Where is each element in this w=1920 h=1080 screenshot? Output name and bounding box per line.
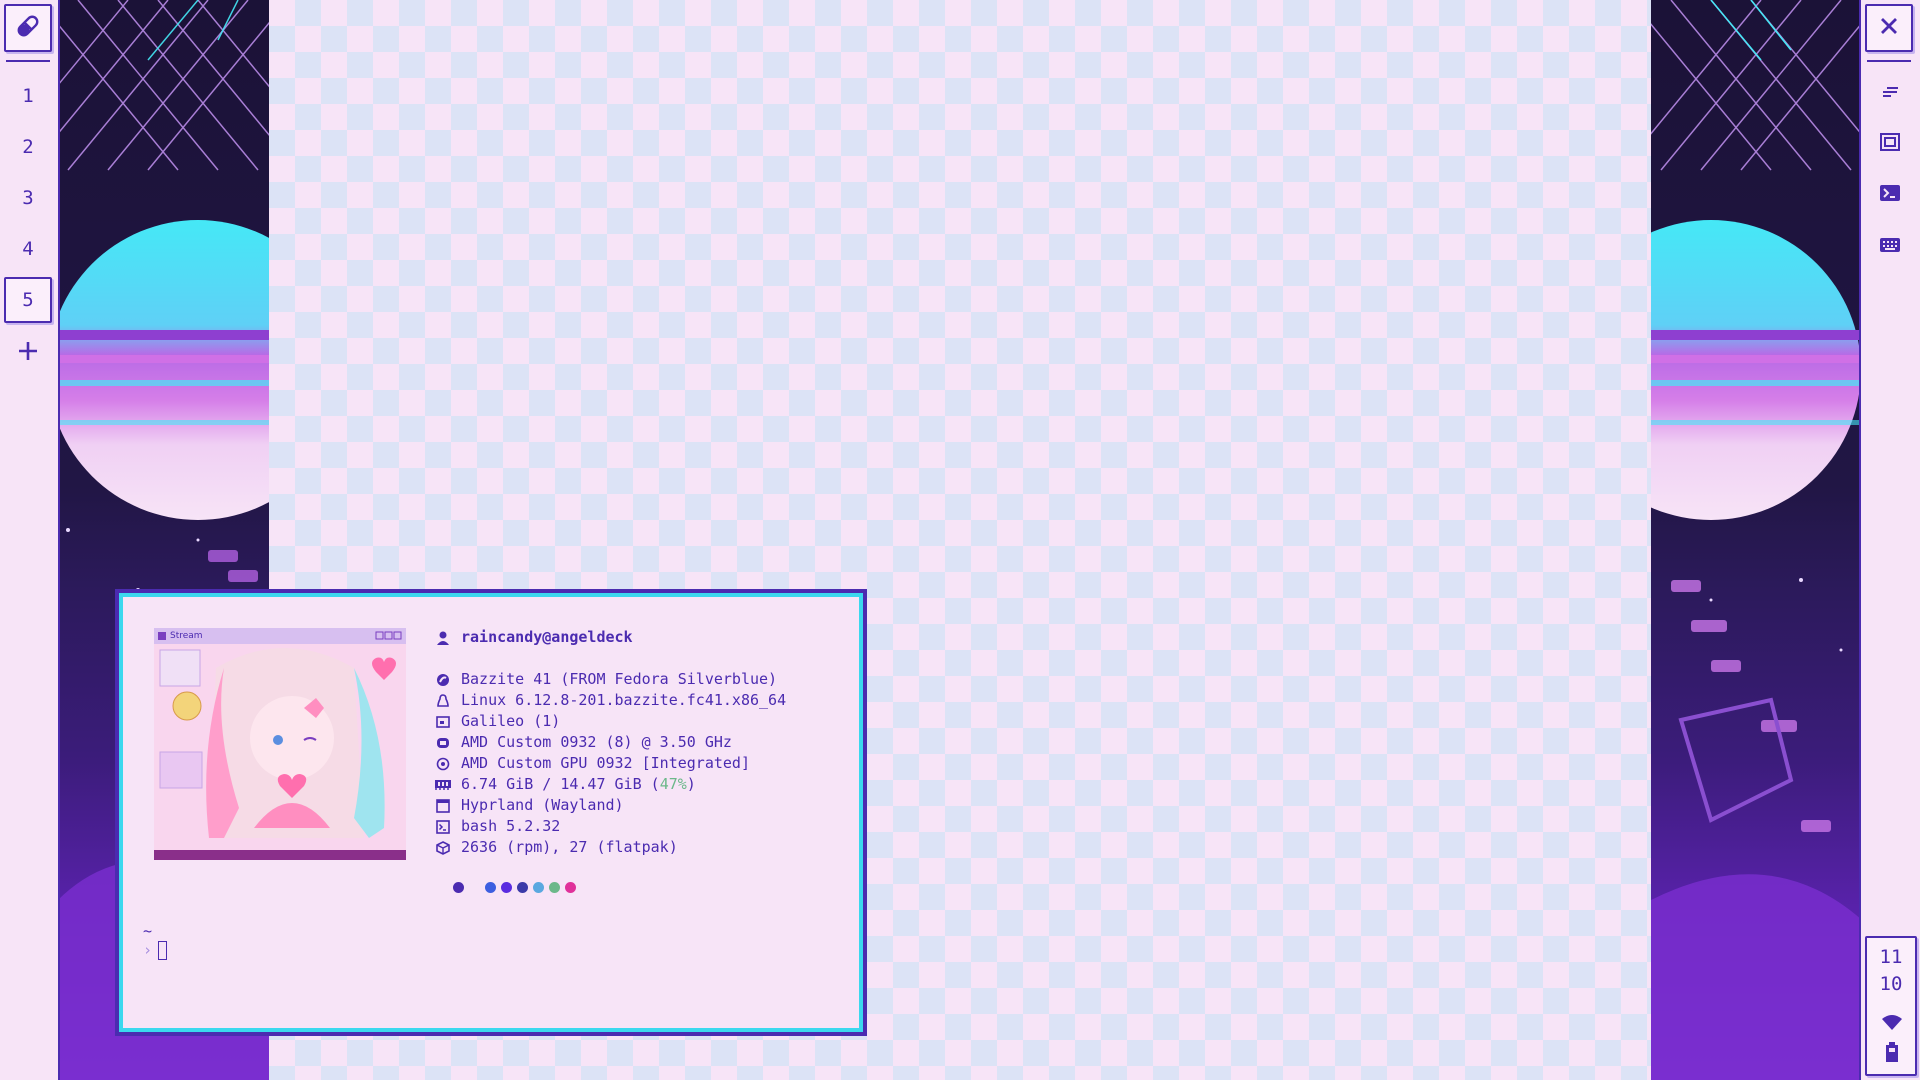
palette-dot xyxy=(517,882,528,893)
user-host: raincandy@angeldeck xyxy=(461,628,633,646)
right-sidebar: 11 10 xyxy=(1859,0,1920,1080)
workspace-2[interactable]: 2 xyxy=(4,124,52,170)
workspace-label: 4 xyxy=(22,238,34,260)
wifi-icon[interactable] xyxy=(1881,1014,1903,1034)
battery-icon[interactable] xyxy=(1885,1042,1899,1066)
gpu-icon xyxy=(435,756,451,772)
palette-dot xyxy=(533,882,544,893)
cpu-text: AMD Custom 0932 (8) @ 3.50 GHz xyxy=(461,733,732,751)
wm-text: Hyprland (Wayland) xyxy=(461,796,624,814)
notes-icon xyxy=(1881,84,1899,103)
shell-text: bash 5.2.32 xyxy=(461,817,561,835)
workspace-label: 3 xyxy=(22,187,34,209)
prompt-directory: ~ xyxy=(143,922,153,940)
palette-dot xyxy=(565,882,576,893)
workspace-label: 2 xyxy=(22,136,34,158)
terminal-content[interactable]: Stream raincandy@angeldeck Bazzite 41 (F… xyxy=(123,597,859,1028)
linux-icon xyxy=(435,693,451,709)
info-row: Linux 6.12.8-201.bazzite.fc41.x86_64 xyxy=(435,690,786,711)
window-icon xyxy=(435,798,451,814)
info-row: Hyprland (Wayland) xyxy=(435,795,786,816)
plus-icon xyxy=(17,340,39,366)
workspace-label: 1 xyxy=(22,85,34,107)
memory-icon xyxy=(435,777,451,793)
palette-dot xyxy=(453,882,464,893)
info-row: Bazzite 41 (FROM Fedora Silverblue) xyxy=(435,669,786,690)
palette-dot xyxy=(469,882,480,893)
close-icon xyxy=(1879,16,1899,40)
packages-text: 2636 (rpm), 27 (flatpak) xyxy=(461,838,678,856)
add-workspace-button[interactable] xyxy=(4,330,52,376)
wallpaper-scene-right xyxy=(1651,0,1862,1080)
terminal-icon xyxy=(1880,185,1900,205)
keyboard-icon xyxy=(1880,237,1900,256)
close-button[interactable] xyxy=(1865,4,1913,52)
workspace-1[interactable]: 1 xyxy=(4,73,52,119)
palette-dot xyxy=(549,882,560,893)
left-sidebar: 1 2 3 4 5 xyxy=(0,0,60,1080)
os-text: Bazzite 41 (FROM Fedora Silverblue) xyxy=(461,670,778,688)
user-icon xyxy=(435,630,451,646)
fullscreen-button[interactable] xyxy=(1869,127,1911,161)
sidebar-divider xyxy=(1867,60,1911,62)
keyboard-button[interactable] xyxy=(1869,229,1911,263)
memory-text-end: ) xyxy=(686,775,696,793)
gpu-text: AMD Custom GPU 0932 [Integrated] xyxy=(461,754,750,772)
sidebar-divider xyxy=(6,60,50,62)
workspace-4[interactable]: 4 xyxy=(4,226,52,272)
host-text: Galileo (1) xyxy=(461,712,561,730)
prompt-symbol: › xyxy=(143,941,153,959)
kernel-text: Linux 6.12.8-201.bazzite.fc41.x86_64 xyxy=(461,691,787,709)
host-icon xyxy=(435,714,451,730)
terminal-button[interactable] xyxy=(1869,178,1911,212)
info-row: bash 5.2.32 xyxy=(435,816,786,837)
os-icon xyxy=(435,672,451,688)
shell-icon xyxy=(435,819,451,835)
clock-minute: 10 xyxy=(1879,973,1903,995)
user-row: raincandy@angeldeck xyxy=(435,627,786,648)
info-row: 2636 (rpm), 27 (flatpak) xyxy=(435,837,786,858)
terminal-window[interactable]: Stream raincandy@angeldeck Bazzite 41 (F… xyxy=(115,589,867,1036)
shell-prompt[interactable]: ~ › xyxy=(143,922,168,960)
notes-button[interactable] xyxy=(1869,76,1911,110)
info-row: AMD Custom GPU 0932 [Integrated] xyxy=(435,753,786,774)
workspace-label: 5 xyxy=(22,289,34,311)
workspace-3[interactable]: 3 xyxy=(4,175,52,221)
pill-icon xyxy=(14,12,42,44)
info-row: 6.74 GiB / 14.47 GiB (47%) xyxy=(435,774,786,795)
launcher-button[interactable] xyxy=(4,4,52,52)
info-row: Galileo (1) xyxy=(435,711,786,732)
info-row: AMD Custom 0932 (8) @ 3.50 GHz xyxy=(435,732,786,753)
clock-hour: 11 xyxy=(1879,946,1903,968)
cpu-icon xyxy=(435,735,451,751)
fullscreen-icon xyxy=(1880,133,1900,155)
memory-percent: 47% xyxy=(659,775,687,793)
fastfetch-image: Stream xyxy=(153,627,407,862)
color-palette xyxy=(453,882,576,893)
text-cursor xyxy=(158,941,168,960)
package-icon xyxy=(435,840,451,856)
memory-text: 6.74 GiB / 14.47 GiB ( xyxy=(461,775,660,793)
status-tray: 11 10 xyxy=(1865,936,1917,1076)
palette-dot xyxy=(501,882,512,893)
image-caption: Stream xyxy=(170,631,203,641)
palette-dot xyxy=(485,882,496,893)
system-info: raincandy@angeldeck Bazzite 41 (FROM Fed… xyxy=(435,627,786,858)
workspace-5[interactable]: 5 xyxy=(4,277,52,323)
